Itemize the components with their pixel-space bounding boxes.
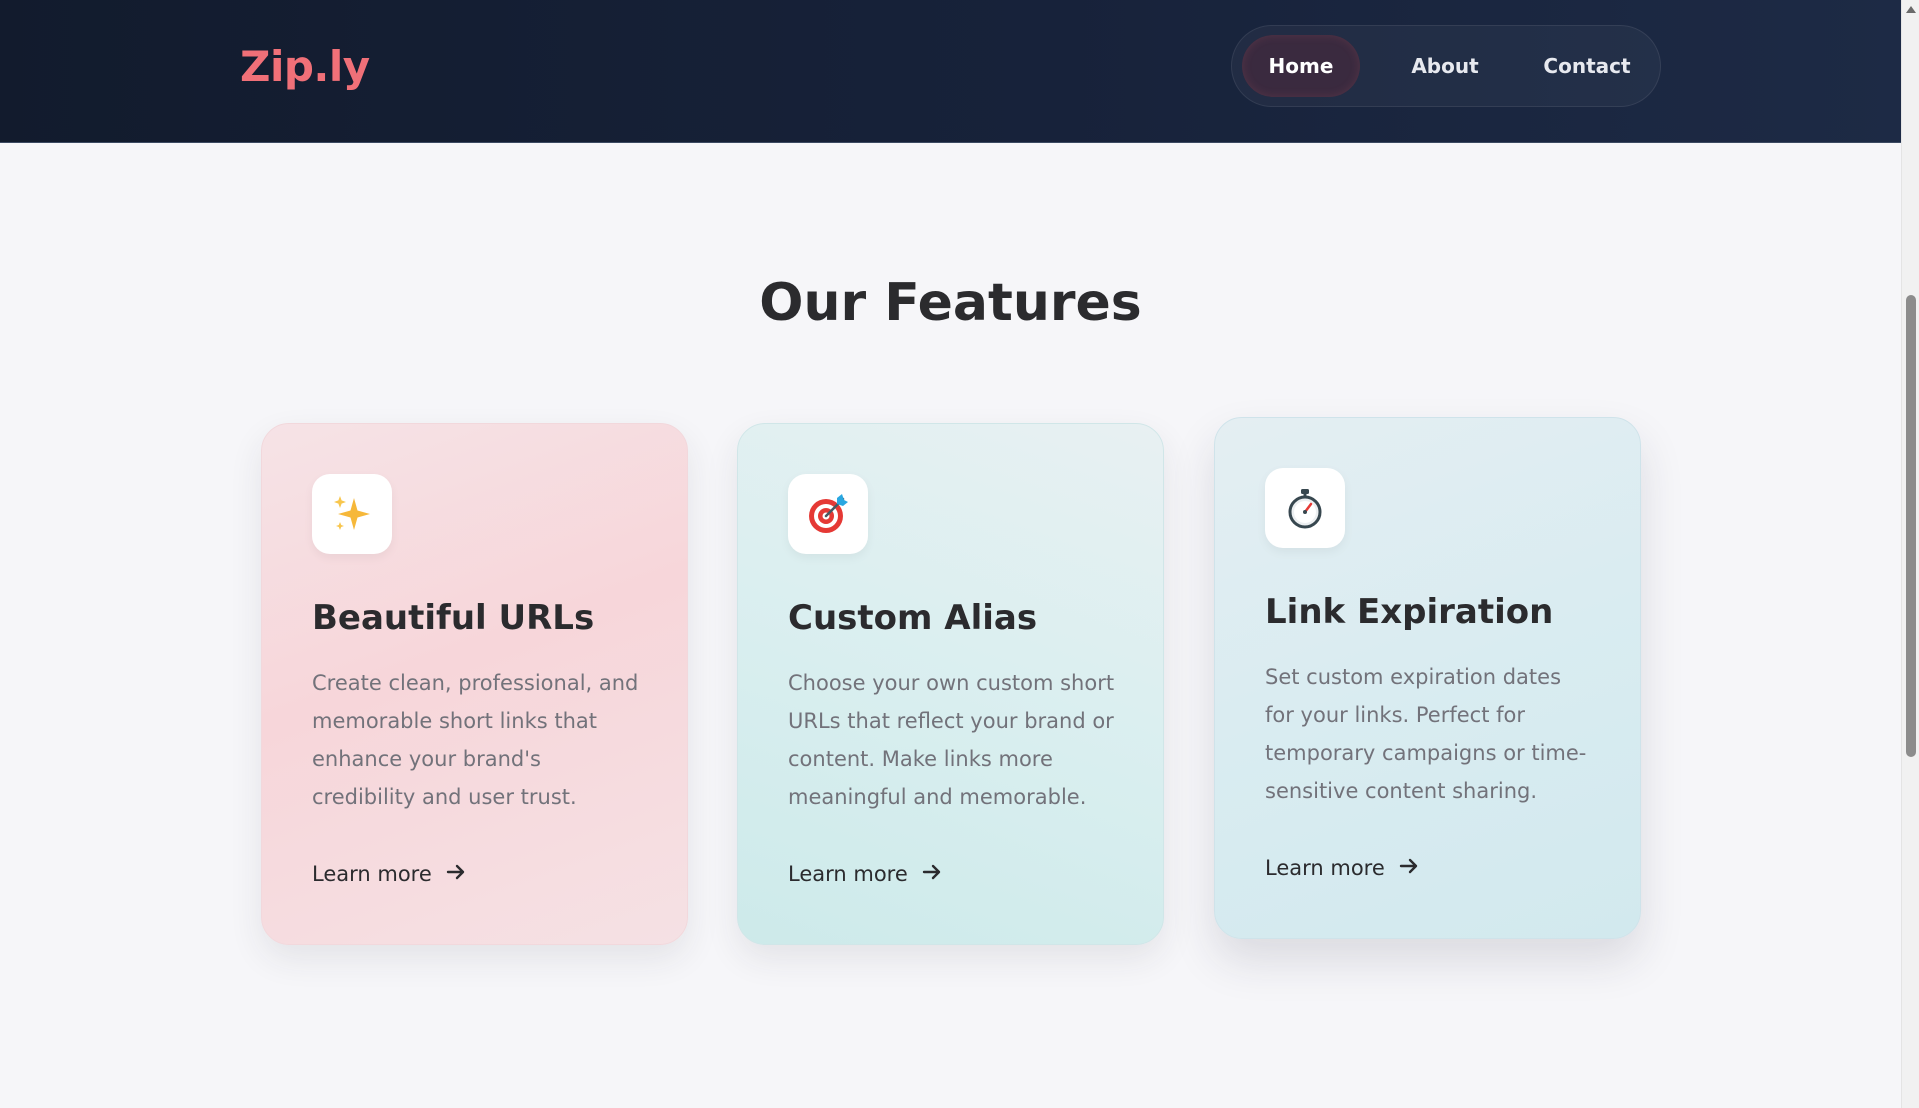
- arrow-right-icon: [446, 862, 466, 886]
- card-title: Custom Alias: [788, 598, 1038, 638]
- sparkles-icon: [312, 474, 392, 554]
- card-title: Beautiful URLs: [312, 598, 595, 638]
- nav-about[interactable]: About: [1382, 35, 1508, 97]
- page: Zip.ly Home About Contact Our Features B…: [0, 0, 1919, 1108]
- scrollbar[interactable]: [1901, 0, 1919, 1108]
- nav-contact[interactable]: Contact: [1522, 35, 1652, 97]
- feature-card-beautiful-urls: Beautiful URLs Create clean, professiona…: [261, 423, 688, 945]
- feature-card-custom-alias: Custom Alias Choose your own custom shor…: [737, 423, 1164, 945]
- learn-more-label: Learn more: [788, 862, 908, 886]
- feature-card-link-expiration: Link Expiration Set custom expiration da…: [1214, 417, 1641, 939]
- card-description: Create clean, professional, and memorabl…: [312, 671, 639, 809]
- card-description: Set custom expiration dates for your lin…: [1265, 665, 1587, 803]
- logo[interactable]: Zip.ly: [240, 42, 370, 91]
- learn-more-label: Learn more: [312, 862, 432, 886]
- target-icon: [788, 474, 868, 554]
- card-description: Choose your own custom short URLs that r…: [788, 671, 1115, 809]
- arrow-right-icon: [1399, 856, 1419, 880]
- main-nav: Home About Contact: [1231, 25, 1661, 107]
- learn-more-link[interactable]: Learn more: [312, 862, 466, 886]
- learn-more-link[interactable]: Learn more: [1265, 856, 1419, 880]
- learn-more-label: Learn more: [1265, 856, 1385, 880]
- nav-home[interactable]: Home: [1242, 35, 1360, 97]
- section-title: Our Features: [759, 273, 1142, 333]
- scroll-up-arrow-icon[interactable]: [1906, 6, 1916, 13]
- stopwatch-icon: [1265, 468, 1345, 548]
- scrollbar-thumb[interactable]: [1906, 295, 1916, 757]
- site-header: Zip.ly Home About Contact: [0, 0, 1901, 143]
- learn-more-link[interactable]: Learn more: [788, 862, 942, 886]
- card-title: Link Expiration: [1265, 592, 1554, 632]
- arrow-right-icon: [922, 862, 942, 886]
